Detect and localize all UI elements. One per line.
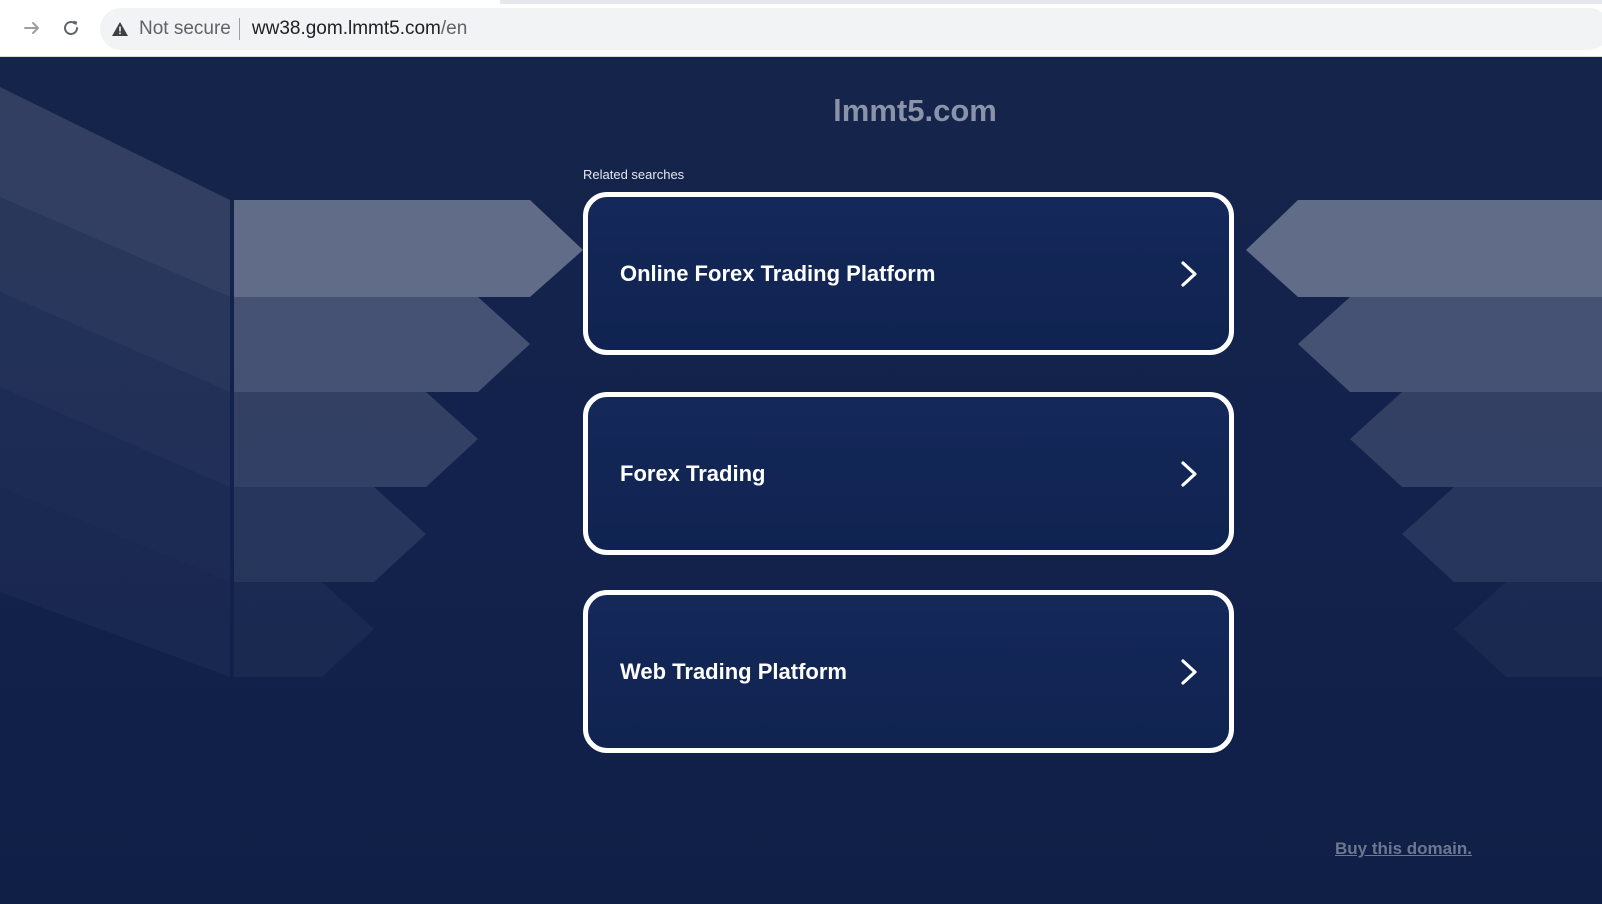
related-search-label: Web Trading Platform — [620, 658, 847, 684]
related-search-web-trading-platform[interactable]: Web Trading Platform — [583, 590, 1234, 753]
related-searches-label: Related searches — [583, 167, 685, 182]
page-title: lmmt5.com — [833, 93, 997, 128]
arrow-right-icon — [24, 22, 39, 34]
security-status[interactable]: Not secure — [139, 18, 231, 40]
reload-icon — [64, 20, 78, 35]
url-host: ww38.gom.lmmt5.com — [251, 18, 441, 39]
parked-domain-page: lmmt5.com Related searches Online Forex … — [0, 57, 1602, 904]
reload-button[interactable] — [57, 14, 85, 42]
tab-strip-edge — [0, 0, 1602, 4]
warning-triangle-icon[interactable] — [111, 20, 129, 38]
buy-domain-link[interactable]: Buy this domain. — [1335, 839, 1472, 859]
url-text[interactable]: ww38.gom.lmmt5.com/en — [252, 18, 467, 40]
related-search-label: Forex Trading — [620, 460, 766, 486]
chevron-right-icon — [1175, 460, 1203, 488]
address-bar[interactable]: Not secure ww38.gom.lmmt5.com/en — [100, 8, 1602, 50]
chevron-right-icon — [1175, 260, 1203, 288]
related-search-online-forex-trading-platform[interactable]: Online Forex Trading Platform — [583, 192, 1234, 355]
forward-button[interactable] — [18, 14, 46, 42]
related-search-label: Online Forex Trading Platform — [620, 260, 936, 286]
omnibox-separator — [238, 18, 240, 40]
browser-toolbar: Not secure ww38.gom.lmmt5.com/en — [0, 0, 1602, 57]
related-search-forex-trading[interactable]: Forex Trading — [583, 392, 1234, 555]
chevron-right-icon — [1175, 658, 1203, 686]
url-path: /en — [440, 18, 468, 39]
